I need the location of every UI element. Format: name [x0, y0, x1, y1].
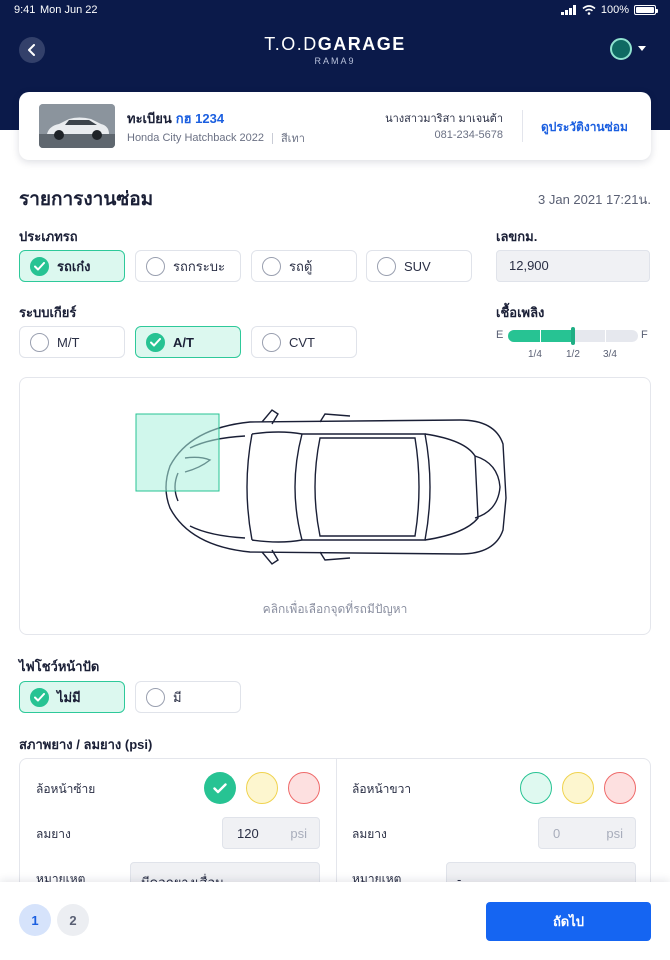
car-top-view-diagram: [135, 409, 507, 565]
gear-label: ระบบเกียร์: [19, 305, 77, 320]
fuel-full-label: F: [641, 329, 648, 341]
pressure-unit: psi: [606, 826, 623, 841]
car-type-option-pickup[interactable]: รถกระบะ: [135, 250, 241, 282]
footer-bar: 1 2 ถัดไป: [0, 882, 670, 960]
separator: [271, 132, 273, 144]
front-left-pressure-label: ลมยาง: [36, 827, 71, 841]
model-info: Honda City Hatchback 2022 สีเทา: [127, 129, 305, 147]
brand-prefix: T.O.D: [264, 34, 318, 54]
option-label: รถเก๋ง: [57, 258, 91, 274]
dashboard-light-option-yes[interactable]: มี: [135, 681, 241, 713]
divider: [522, 110, 523, 142]
front-right-pressure-input[interactable]: 0 psi: [538, 817, 636, 849]
status-date: Mon Jun 22: [40, 4, 98, 16]
fuel-label: เชื้อเพลิง: [496, 305, 545, 320]
car-type-option-suv[interactable]: SUV: [366, 250, 472, 282]
front-left-condition-bad[interactable]: [288, 772, 320, 804]
diagram-hint: คลิกเพื่อเลือกจุดที่รถมีปัญหา: [262, 602, 408, 616]
front-left-tire-title: ล้อหน้าซ้าย: [36, 782, 96, 796]
front-right-pressure-label: ลมยาง: [352, 827, 387, 841]
car-photo: [39, 104, 115, 148]
mileage-label: เลขกม.: [496, 229, 538, 244]
profile-menu[interactable]: [610, 38, 646, 60]
brand-branch: RAMA9: [314, 56, 356, 66]
fuel-tick: [540, 330, 541, 342]
car-type-option-van[interactable]: รถตู้: [251, 250, 357, 282]
brand-name: GARAGE: [317, 34, 406, 54]
tires-label: สภาพยาง / ลมยาง (psi): [19, 737, 153, 752]
pressure-value: 120: [237, 826, 259, 841]
radio-icon: [30, 332, 49, 352]
dashboard-light-option-none[interactable]: ไม่มี: [19, 681, 125, 713]
mileage-input[interactable]: 12,900: [496, 250, 650, 282]
divider: [336, 759, 337, 897]
check-icon: [30, 687, 49, 707]
status-time: 9:41: [14, 4, 36, 16]
battery-percent: 100%: [600, 4, 629, 16]
option-label: M/T: [57, 334, 80, 350]
radio-icon: [262, 256, 281, 276]
owner-name: นางสาวมาริสา มาเจนต้า: [385, 113, 503, 125]
option-label: รถตู้: [289, 258, 313, 274]
check-icon: [213, 782, 227, 793]
damage-diagram[interactable]: คลิกเพื่อเลือกจุดที่รถมีปัญหา: [19, 377, 651, 635]
front-right-condition-bad[interactable]: [604, 772, 636, 804]
fuel-slider-handle[interactable]: [571, 327, 575, 345]
job-datetime: 3 Jan 2021 17:21น.: [538, 192, 651, 207]
car-type-label: ประเภทรถ: [19, 229, 78, 244]
signal-icon: [560, 5, 576, 15]
plate-label: ทะเบียน: [127, 111, 172, 126]
wifi-icon: [582, 5, 596, 15]
front-right-tire-title: ล้อหน้าขวา: [352, 782, 412, 796]
option-label: SUV: [404, 258, 431, 274]
fuel-mark-half: 1/2: [566, 349, 580, 360]
option-label: มี: [173, 689, 182, 705]
front-left-condition-fair[interactable]: [246, 772, 278, 804]
car-color: สีเทา: [280, 133, 305, 145]
radio-icon: [377, 256, 396, 276]
front-right-condition-good[interactable]: [520, 772, 552, 804]
damage-marker[interactable]: [135, 413, 220, 492]
pressure-placeholder: 0: [553, 826, 561, 841]
front-left-pressure-input[interactable]: 120 psi: [222, 817, 320, 849]
avatar: [610, 38, 632, 60]
gear-option-mt[interactable]: M/T: [19, 326, 125, 358]
battery-icon: [634, 5, 658, 15]
repair-history-link[interactable]: ดูประวัติงานซ่อม: [541, 118, 628, 137]
dashboard-light-label: ไฟโชว์หน้าปัด: [19, 659, 100, 674]
status-indicators: 100%: [560, 4, 658, 16]
status-bar: 9:41 Mon Jun 22 100%: [0, 0, 670, 20]
car-type-option-sedan[interactable]: รถเก๋ง: [19, 250, 125, 282]
fuel-empty-label: E: [496, 329, 504, 341]
front-right-condition-fair[interactable]: [562, 772, 594, 804]
pressure-unit: psi: [290, 826, 307, 841]
vehicle-card: ทะเบียน กฮ 1234 Honda City Hatchback 2022…: [19, 92, 651, 160]
car-model: Honda City Hatchback 2022: [127, 132, 264, 144]
plate-number: กฮ 1234: [175, 111, 225, 126]
page-indicator-1[interactable]: 1: [19, 904, 51, 936]
plate-info: ทะเบียน กฮ 1234: [127, 108, 224, 129]
fuel-mark-quarter: 1/4: [528, 349, 542, 360]
next-button[interactable]: ถัดไป: [486, 902, 651, 941]
radio-icon: [262, 332, 281, 352]
brand-logo: T.O.DGARAGE RAMA9: [0, 34, 670, 66]
option-label: A/T: [173, 334, 194, 350]
option-label: ไม่มี: [57, 689, 81, 705]
gear-option-cvt[interactable]: CVT: [251, 326, 357, 358]
radio-icon: [146, 256, 165, 276]
owner-phone: 081-234-5678: [434, 129, 503, 141]
caret-down-icon: [638, 46, 646, 51]
option-label: รถกระบะ: [173, 258, 225, 274]
fuel-mark-three-quarter: 3/4: [603, 349, 617, 360]
check-icon: [30, 256, 49, 276]
option-label: CVT: [289, 334, 315, 350]
page-indicator-2[interactable]: 2: [57, 904, 89, 936]
radio-icon: [146, 687, 165, 707]
tire-condition-panel: ล้อหน้าซ้าย ลมยาง 120 psi หมายเหตุ มีดอก…: [19, 758, 651, 898]
front-left-condition-good[interactable]: [204, 772, 236, 804]
check-icon: [146, 332, 165, 352]
fuel-tick: [605, 330, 606, 342]
gear-option-at[interactable]: A/T: [135, 326, 241, 358]
page-title: รายการงานซ่อม: [19, 189, 154, 210]
